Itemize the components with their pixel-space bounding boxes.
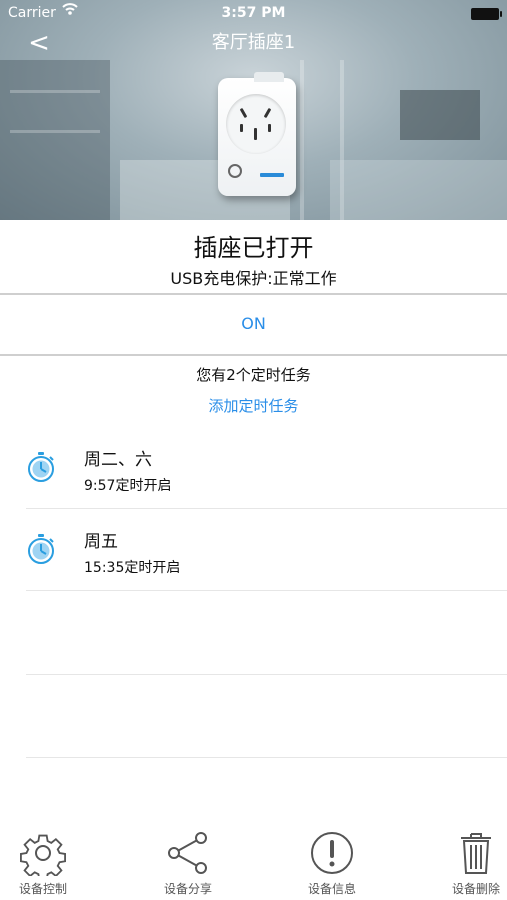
room-shelf-left — [0, 60, 110, 220]
stopwatch-icon — [26, 451, 56, 483]
timer-time: 15:35定时开启 — [84, 560, 181, 576]
divider — [0, 354, 507, 356]
clock: 3:57 PM — [221, 5, 286, 21]
share-icon — [165, 830, 211, 876]
room-cabinet — [330, 160, 507, 220]
smart-plug-illustration — [218, 72, 296, 196]
timer-time: 9:57定时开启 — [84, 478, 172, 494]
timer-task-row[interactable]: 周二、六 9:57定时开启 — [0, 427, 507, 509]
usb-protection-status: USB充电保护:正常工作 — [170, 269, 337, 288]
page-title: 客厅插座1 — [211, 32, 296, 53]
gear-icon — [20, 830, 67, 881]
tab-label: 设备信息 — [307, 882, 356, 896]
status-bar: Carrier 3:57 PM — [0, 0, 507, 26]
stopwatch-icon — [26, 533, 56, 565]
timer-days: 周二、六 — [84, 450, 152, 470]
tab-device-info[interactable]: 设备信息 — [277, 826, 387, 900]
plug-state-title: 插座已打开 — [193, 234, 314, 262]
shelf-line — [10, 90, 100, 93]
room-tv — [400, 90, 480, 140]
shelf-line — [10, 130, 100, 133]
tab-device-share[interactable]: 设备分享 — [133, 826, 243, 900]
timer-task-row[interactable]: 周五 15:35定时开启 — [0, 509, 507, 591]
tab-label: 设备控制 — [18, 882, 67, 896]
timer-days: 周五 — [84, 532, 118, 552]
tab-device-delete[interactable]: 设备删除 — [421, 826, 507, 900]
tab-label: 设备删除 — [451, 882, 500, 896]
battery-icon — [471, 8, 502, 20]
plug-power-icon — [228, 164, 242, 178]
plug-usb-top — [254, 72, 284, 82]
tab-device-control[interactable]: 设备控制 — [0, 826, 98, 900]
row-divider — [26, 757, 507, 758]
divider — [0, 293, 507, 295]
trash-icon — [453, 830, 499, 876]
plug-brand-mark — [260, 173, 284, 177]
plug-socket-face — [226, 94, 286, 154]
info-exclamation-icon — [309, 830, 355, 876]
power-toggle-button[interactable]: ON — [0, 296, 507, 354]
timer-count-summary: 您有2个定时任务 — [196, 366, 311, 384]
add-timer-link[interactable]: 添加定时任务 — [0, 395, 507, 416]
row-divider — [26, 674, 507, 675]
room-pillar — [300, 60, 304, 220]
tab-label: 设备分享 — [163, 882, 212, 896]
row-divider — [26, 590, 507, 591]
